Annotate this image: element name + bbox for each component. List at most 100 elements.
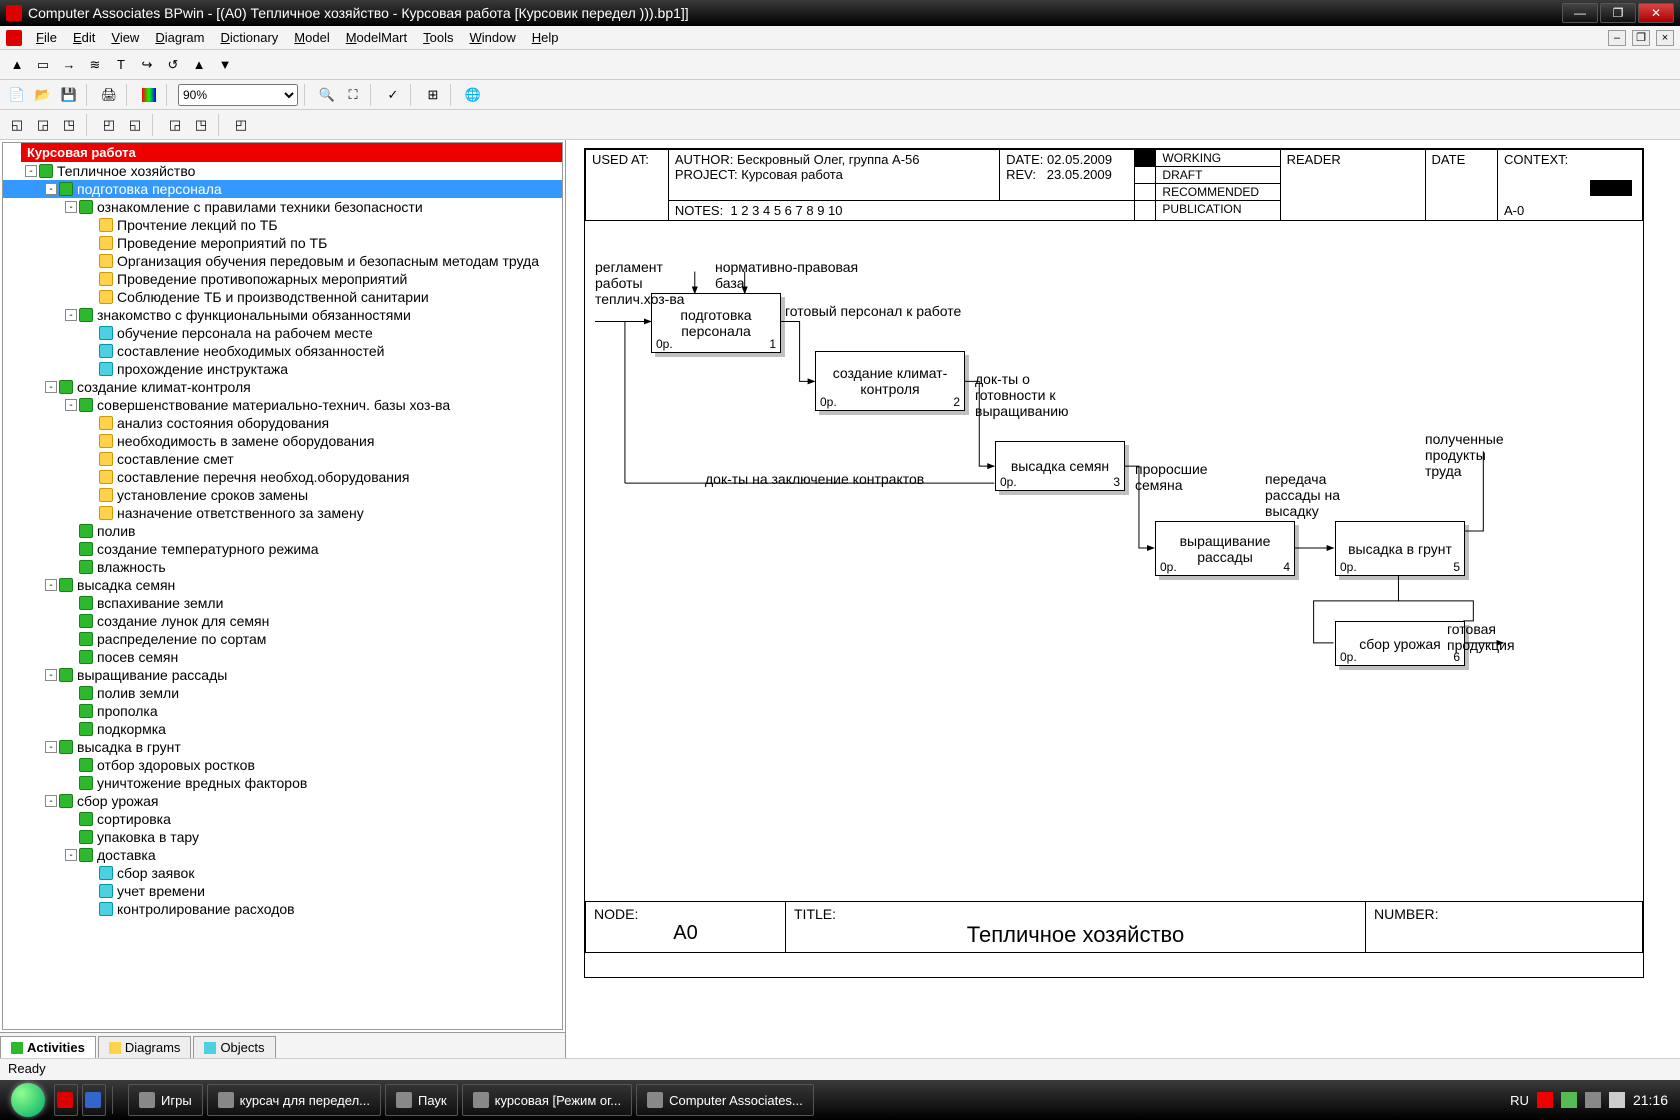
activity-box-4[interactable]: выращивание рассады0р.4	[1155, 521, 1295, 576]
mm-btn-8[interactable]: ◰	[230, 114, 252, 136]
menu-model[interactable]: Model	[286, 28, 337, 47]
clock[interactable]: 21:16	[1633, 1092, 1668, 1108]
tree-item[interactable]: упаковка в тару	[3, 828, 562, 846]
tab-diagrams[interactable]: Diagrams	[98, 1036, 192, 1058]
menu-edit[interactable]: Edit	[65, 28, 103, 47]
tunnel-tool-button[interactable]: ≋	[84, 54, 106, 76]
mm-btn-5[interactable]: ◱	[124, 114, 146, 136]
up-triangle-button[interactable]: ▲	[188, 54, 210, 76]
tree-item[interactable]: влажность	[3, 558, 562, 576]
tree-item[interactable]: -знакомство с функциональными обязанност…	[3, 306, 562, 324]
menu-tools[interactable]: Tools	[415, 28, 461, 47]
tree-item[interactable]: уничтожение вредных факторов	[3, 774, 562, 792]
taskbar-app-button[interactable]: курсовая [Режим ог...	[462, 1084, 632, 1116]
tree-toggle-icon[interactable]: -	[45, 795, 57, 807]
menu-dictionary[interactable]: Dictionary	[212, 28, 286, 47]
tab-objects[interactable]: Objects	[193, 1036, 275, 1058]
tree-item[interactable]: обучение персонала на рабочем месте	[3, 324, 562, 342]
mm-btn-3[interactable]: ◳	[58, 114, 80, 136]
tree-item[interactable]: составление перечня необход.оборудования	[3, 468, 562, 486]
check-button[interactable]: ✓	[382, 84, 404, 106]
tray-icon-2[interactable]	[1585, 1092, 1601, 1108]
tree-item[interactable]: отбор здоровых ростков	[3, 756, 562, 774]
taskbar-app-button[interactable]: Игры	[128, 1084, 203, 1116]
mm-btn-6[interactable]: ◲	[164, 114, 186, 136]
diagram-body[interactable]: подготовка персонала0р.1создание климат-…	[585, 221, 1643, 901]
tree-item[interactable]: прохождение инструктажа	[3, 360, 562, 378]
minimize-button[interactable]: —	[1562, 3, 1598, 23]
tree-item[interactable]: назначение ответственного за замену	[3, 504, 562, 522]
tree-item[interactable]: Соблюдение ТБ и производственной санитар…	[3, 288, 562, 306]
mm-btn-4[interactable]: ◰	[98, 114, 120, 136]
volume-icon[interactable]	[1609, 1092, 1625, 1108]
mm-btn-1[interactable]: ◱	[6, 114, 28, 136]
tree-item[interactable]: прополка	[3, 702, 562, 720]
tree-toggle-icon[interactable]: -	[65, 399, 77, 411]
menu-file[interactable]: File	[28, 28, 65, 47]
tree-item[interactable]: вспахивание земли	[3, 594, 562, 612]
activity-box-5[interactable]: высадка в грунт0р.5	[1335, 521, 1465, 576]
redo-arrow-button[interactable]: ↺	[162, 54, 184, 76]
tree-item[interactable]: посев семян	[3, 648, 562, 666]
kaspersky-icon[interactable]	[1537, 1092, 1553, 1108]
save-file-button[interactable]: 💾	[58, 84, 80, 106]
tree-item[interactable]: сортировка	[3, 810, 562, 828]
tree-item[interactable]: Организация обучения передовым и безопас…	[3, 252, 562, 270]
globe-button[interactable]: 🌐	[462, 84, 484, 106]
open-file-button[interactable]: 📂	[32, 84, 54, 106]
mdi-minimize-button[interactable]: –	[1608, 30, 1626, 46]
menu-view[interactable]: View	[103, 28, 147, 47]
tree-item[interactable]: полив земли	[3, 684, 562, 702]
tree-toggle-icon[interactable]: -	[65, 201, 77, 213]
activity-box-3[interactable]: высадка семян0р.3	[995, 441, 1125, 491]
tab-activities[interactable]: Activities	[0, 1036, 96, 1058]
tree-item[interactable]: необходимость в замене оборудования	[3, 432, 562, 450]
box-tool-button[interactable]: ▭	[32, 54, 54, 76]
zoom-in-button[interactable]: 🔍	[316, 84, 338, 106]
menu-window[interactable]: Window	[461, 28, 523, 47]
taskbar-app-button[interactable]: Computer Associates...	[636, 1084, 814, 1116]
mm-btn-2[interactable]: ◲	[32, 114, 54, 136]
tree-toggle-icon[interactable]: -	[45, 381, 57, 393]
tree-item[interactable]: -Тепличное хозяйство	[3, 162, 562, 180]
menu-modelmart[interactable]: ModelMart	[338, 28, 415, 47]
tree-toggle-icon[interactable]: -	[45, 579, 57, 591]
tree-item[interactable]: сбор заявок	[3, 864, 562, 882]
tree-item[interactable]: -создание климат-контроля	[3, 378, 562, 396]
color-button[interactable]	[138, 84, 160, 106]
tree-item[interactable]: -доставка	[3, 846, 562, 864]
tree-item[interactable]: -сбор урожая	[3, 792, 562, 810]
tray-icon-1[interactable]	[1561, 1092, 1577, 1108]
arrow-tool-button[interactable]: →	[58, 54, 80, 76]
tree-toggle-icon[interactable]: -	[25, 165, 37, 177]
tree-item[interactable]: учет времени	[3, 882, 562, 900]
mdi-close-button[interactable]: ×	[1656, 30, 1674, 46]
tree-item[interactable]: -совершенствование материально-технич. б…	[3, 396, 562, 414]
activity-box-2[interactable]: создание климат-контроля0р.2	[815, 351, 965, 411]
tree-item[interactable]: распределение по сортам	[3, 630, 562, 648]
zoom-fit-button[interactable]: ⛶	[342, 84, 364, 106]
tree-toggle-icon[interactable]: -	[65, 309, 77, 321]
menu-help[interactable]: Help	[524, 28, 567, 47]
tree-toggle-icon[interactable]: -	[45, 741, 57, 753]
quicklaunch-opera[interactable]	[54, 1084, 78, 1116]
text-tool-button[interactable]: T	[110, 54, 132, 76]
tree-item[interactable]: -высадка в грунт	[3, 738, 562, 756]
tree-item[interactable]: -высадка семян	[3, 576, 562, 594]
tree-item[interactable]: -подготовка персонала	[3, 180, 562, 198]
tree-item[interactable]: Прочтение лекций по ТБ	[3, 216, 562, 234]
taskbar-app-button[interactable]: Паук	[385, 1084, 458, 1116]
tree-scroll[interactable]: Курсовая работа -Тепличное хозяйство-под…	[2, 142, 563, 1030]
tree-toggle-icon[interactable]: -	[45, 183, 57, 195]
tree-item[interactable]: -ознакомление с правилами техники безопа…	[3, 198, 562, 216]
tree-item[interactable]: составление необходимых обязанностей	[3, 342, 562, 360]
tree-item[interactable]: составление смет	[3, 450, 562, 468]
maximize-button[interactable]: ❐	[1600, 3, 1636, 23]
hierarchy-button[interactable]: ⊞	[422, 84, 444, 106]
mdi-restore-button[interactable]: ❐	[1632, 30, 1650, 46]
tree-item[interactable]: Проведение противопожарных мероприятий	[3, 270, 562, 288]
squiggle-tool-button[interactable]: ↪	[136, 54, 158, 76]
tree-item[interactable]: -выращивание рассады	[3, 666, 562, 684]
activity-box-6[interactable]: сбор урожая0р.6	[1335, 621, 1465, 666]
close-button[interactable]: ✕	[1638, 3, 1674, 23]
